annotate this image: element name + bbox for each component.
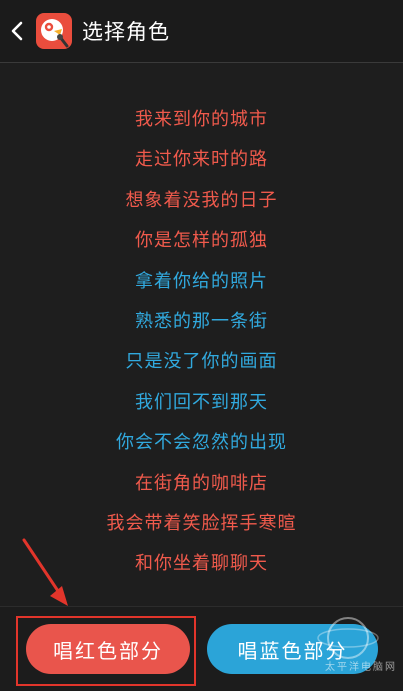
chevron-left-icon: [11, 21, 23, 41]
bird-mic-app-icon: [41, 19, 69, 48]
top-bar: 选择角色: [0, 0, 403, 62]
lyric-line: 在街角的咖啡店: [135, 472, 268, 494]
lyric-line: 走过你来时的路: [135, 149, 268, 171]
watermark-text: 太平洋电脑网: [325, 662, 397, 673]
highlight-annotation-box: [16, 616, 196, 686]
back-button[interactable]: [0, 0, 34, 62]
lyric-line: 只是没了你的画面: [125, 351, 278, 373]
lyric-line: 我们回不到那天: [135, 391, 268, 413]
header-divider: [0, 62, 403, 63]
lyrics-list: 我来到你的城市 走过你来时的路 想象着没我的日子 你是怎样的孤独 拿着你给的照片 熟悉的那…: [0, 100, 403, 585]
app-icon: [36, 13, 72, 49]
page-title: 选择角色: [82, 20, 170, 44]
lyric-line: 和你坐着聊聊天: [135, 553, 268, 575]
lyric-line: 我会带着笑脸挥手寒暄: [106, 512, 297, 534]
lyric-line: 拿着你给的照片: [135, 270, 268, 292]
lyric-line: 你会不会忽然的出现: [116, 432, 287, 454]
lyric-line: 你是怎样的孤独: [135, 230, 268, 252]
lyric-line: 熟悉的那一条街: [135, 310, 268, 332]
lyric-line: 想象着没我的日子: [125, 189, 278, 211]
lyric-line: 我来到你的城市: [135, 109, 268, 130]
